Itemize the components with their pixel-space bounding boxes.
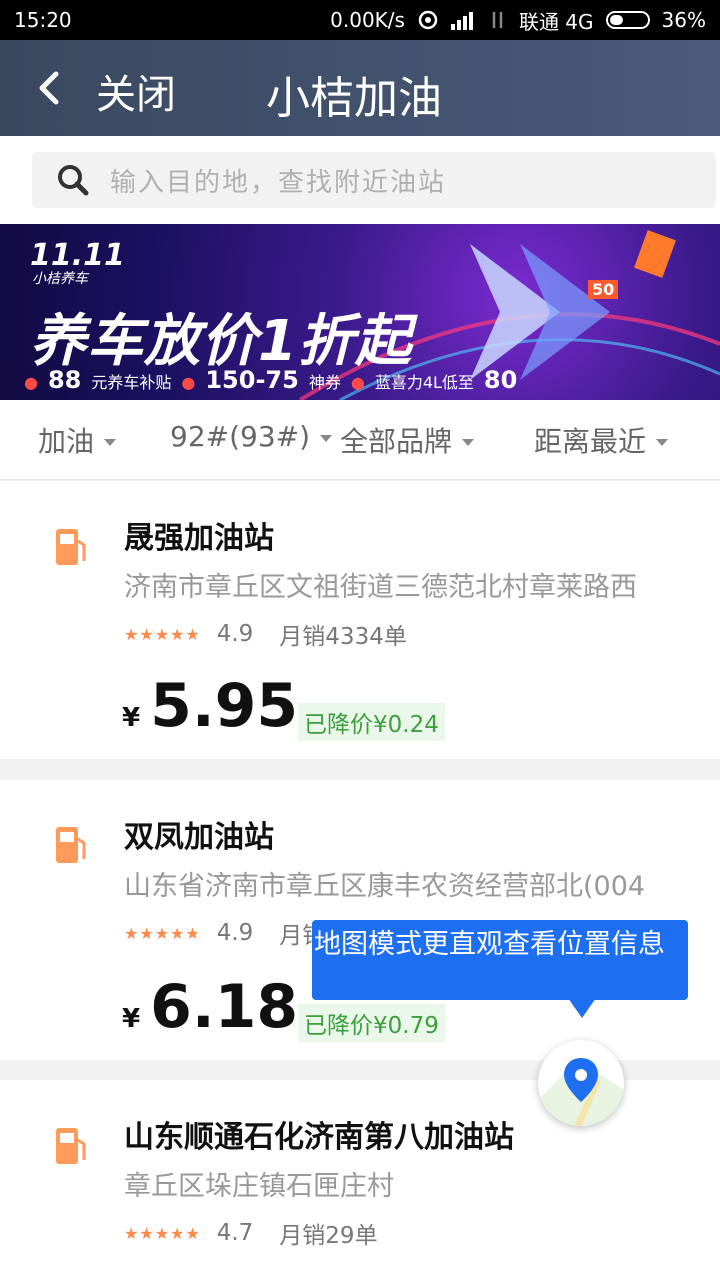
search-input[interactable]: 输入目的地，查找附近油站	[32, 152, 716, 208]
search-bar: 输入目的地，查找附近油站	[0, 136, 720, 224]
perk-big: 150-75	[205, 366, 299, 394]
station-rating: ★★★★★ 4.7 月销29单	[124, 1216, 378, 1250]
rating-score: 4.7	[216, 1220, 254, 1246]
close-button[interactable]: 关闭	[96, 62, 176, 120]
star-rating-icon: ★★★★★	[124, 1223, 201, 1243]
station-address: 山东省济南市章丘区康丰农资经营部北(004	[124, 871, 646, 902]
filter-label: 92#(93#)	[170, 420, 311, 453]
network-speed: 0.00K/s	[330, 8, 405, 32]
carrier-label: 联通 4G	[518, 9, 594, 34]
tooltip-text: 地图模式更直观查看位置信息	[314, 929, 665, 960]
station-price: ¥6.18	[122, 972, 299, 1042]
banner-tag-sub: 小桔养车	[32, 271, 88, 287]
status-bar: 15:20 0.00K/s 联通 4G 36%	[0, 0, 720, 40]
chevron-down-icon	[104, 438, 117, 446]
back-icon[interactable]	[30, 66, 70, 110]
nav-bar: 关闭 小桔加油	[0, 40, 720, 136]
perk-big: 80	[483, 366, 518, 394]
perk-text: 神券	[308, 373, 341, 392]
map-mode-button[interactable]	[538, 1040, 624, 1126]
monthly-sales: 月销29单	[279, 1223, 378, 1249]
price-value: 5.95	[150, 671, 299, 741]
filter-label: 全部品牌	[340, 425, 453, 458]
banner-perks: ● 88 元养车补贴 ● 150-75 神券 ● 蓝喜力4L低至 80	[24, 366, 518, 394]
banner-badge: 50	[588, 280, 619, 299]
perk-text: 元养车补贴	[91, 373, 172, 392]
station-price: ¥5.95	[122, 671, 299, 741]
price-value: 6.18	[150, 972, 299, 1042]
station-rating: ★★★★★ 4.9 月销	[124, 916, 325, 950]
fuel-pump-icon	[56, 529, 86, 565]
station-address: 济南市章丘区文祖街道三德范北村章莱路西	[124, 572, 637, 603]
perk-text: 蓝喜力4L低至	[374, 373, 474, 392]
perk-big: 88	[47, 366, 82, 394]
station-name: 山东顺通石化济南第八加油站	[124, 1120, 514, 1155]
battery-percent: 36%	[661, 8, 706, 32]
search-placeholder: 输入目的地，查找附近油站	[110, 167, 447, 198]
filter-brand[interactable]: 全部品牌	[340, 420, 475, 460]
search-icon	[58, 165, 89, 196]
station-rating: ★★★★★ 4.9 月销4334单	[124, 617, 407, 651]
map-pin-icon	[538, 1058, 624, 1126]
station-name: 双凤加油站	[124, 820, 274, 855]
data-arrows-icon	[492, 12, 503, 28]
star-rating-icon: ★★★★★	[124, 923, 201, 943]
discount-badge: 已降价¥0.24	[298, 703, 445, 741]
filter-label: 距离最近	[534, 425, 647, 458]
filter-sort[interactable]: 距离最近	[534, 420, 669, 460]
star-rating-icon: ★★★★★	[124, 624, 201, 644]
filter-bar: 加油 92#(93#) 全部品牌 距离最近	[0, 400, 720, 480]
promo-banner[interactable]: 11.11 小桔养车 养车放价1折起 50 ● 88 元养车补贴 ● 150-75 神券…	[0, 224, 720, 400]
rating-score: 4.9	[216, 920, 254, 946]
status-time: 15:20	[14, 8, 72, 32]
discount-badge: 已降价¥0.79	[298, 1004, 445, 1042]
map-mode-tooltip: 地图模式更直观查看位置信息	[312, 920, 688, 1000]
hotspot-icon	[418, 10, 438, 30]
fuel-pump-icon	[56, 1128, 86, 1164]
fuel-pump-icon	[56, 827, 86, 863]
banner-headline: 养车放价1折起	[30, 309, 412, 374]
station-address: 章丘区垛庄镇石匣庄村	[124, 1171, 394, 1202]
filter-grade[interactable]: 92#(93#)	[170, 420, 333, 453]
station-card[interactable]: 晟强加油站 济南市章丘区文祖街道三德范北村章莱路西 ★★★★★ 4.9 月销43…	[0, 481, 720, 759]
battery-icon	[605, 11, 650, 29]
station-name: 晟强加油站	[124, 521, 274, 556]
chevron-down-icon	[320, 435, 333, 442]
tooltip-tail	[568, 998, 596, 1018]
monthly-sales: 月销4334单	[279, 624, 407, 650]
filter-label: 加油	[38, 425, 95, 458]
rating-score: 4.9	[216, 621, 254, 647]
chevron-down-icon	[462, 438, 475, 446]
signal-icon	[450, 12, 473, 30]
chevron-down-icon	[656, 438, 669, 446]
filter-fuel[interactable]: 加油	[38, 420, 117, 460]
page-title: 小桔加油	[266, 73, 442, 124]
